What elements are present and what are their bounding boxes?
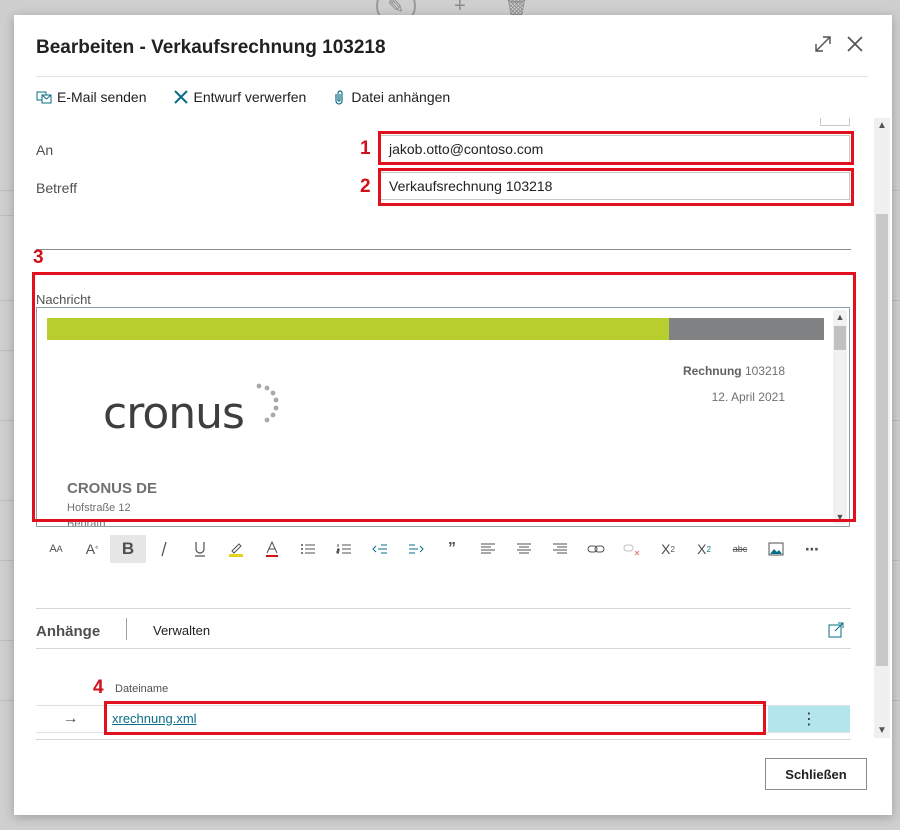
field-group-box — [820, 118, 850, 126]
dialog-scrollbar[interactable]: ▲ ▼ — [874, 118, 890, 738]
close-icon[interactable] — [846, 35, 864, 53]
dialog-title: Bearbeiten - Verkaufsrechnung 103218 — [36, 37, 386, 58]
edit-email-dialog: Bearbeiten - Verkaufsrechnung 103218 E-M… — [14, 15, 892, 815]
row-menu-icon[interactable]: ⋮ — [768, 706, 850, 732]
paperclip-icon — [332, 89, 346, 105]
numbered-list-icon[interactable] — [326, 535, 362, 563]
outdent-icon[interactable] — [362, 535, 398, 563]
action-bar: E-Mail senden Entwurf verwerfen Datei an… — [36, 89, 450, 105]
bold-icon[interactable]: B — [110, 535, 146, 563]
manage-button[interactable]: Verwalten — [153, 623, 210, 638]
open-in-new-icon[interactable] — [828, 622, 844, 643]
column-header-filename: Dateiname — [115, 683, 169, 695]
to-label: An — [36, 142, 54, 158]
image-icon[interactable] — [758, 535, 794, 563]
unlink-icon[interactable] — [614, 535, 650, 563]
scrollbar-thumb[interactable] — [876, 214, 888, 666]
marker-2: 2 — [360, 176, 371, 197]
subscript-icon[interactable]: X2 — [686, 535, 722, 563]
font-grow-icon[interactable]: A ° — [74, 535, 110, 563]
font-size-icon[interactable]: AA — [38, 535, 74, 563]
attach-file-button[interactable]: Datei anhängen — [332, 89, 450, 105]
row-arrow-icon[interactable]: → — [36, 706, 106, 732]
x-icon — [173, 89, 189, 105]
quote-icon[interactable]: ” — [434, 535, 470, 563]
email-icon — [36, 89, 52, 105]
attachments-separator — [126, 618, 127, 640]
align-center-icon[interactable] — [506, 535, 542, 563]
align-left-icon[interactable] — [470, 535, 506, 563]
indent-icon[interactable] — [398, 535, 434, 563]
formatting-toolbar: AA A ° B ” X2 X2 abc ⋯ — [38, 535, 830, 563]
bullet-list-icon[interactable] — [290, 535, 326, 563]
font-color-icon[interactable] — [254, 535, 290, 563]
title-divider — [36, 76, 868, 77]
highlight-box-2 — [378, 168, 854, 206]
underline-icon[interactable] — [182, 535, 218, 563]
more-icon[interactable]: ⋯ — [794, 535, 830, 563]
subject-label: Betreff — [36, 180, 77, 196]
superscript-icon[interactable]: X2 — [650, 535, 686, 563]
highlight-box-1 — [378, 131, 854, 165]
bottom-divider — [36, 739, 851, 740]
link-icon[interactable] — [578, 535, 614, 563]
scroll-down-icon[interactable]: ▼ — [874, 725, 890, 736]
scroll-up-icon[interactable]: ▲ — [874, 120, 890, 131]
expand-icon[interactable] — [814, 35, 832, 53]
align-right-icon[interactable] — [542, 535, 578, 563]
highlight-icon[interactable] — [218, 535, 254, 563]
discard-draft-button[interactable]: Entwurf verwerfen — [173, 89, 306, 105]
send-email-button[interactable]: E-Mail senden — [36, 89, 147, 105]
marker-1: 1 — [360, 138, 371, 159]
attachments-divider — [36, 608, 851, 609]
marker-3: 3 — [33, 247, 44, 268]
close-button[interactable]: Schließen — [765, 758, 867, 790]
strikethrough-icon[interactable]: abc — [722, 535, 758, 563]
attachments-header-divider — [36, 648, 851, 649]
italic-icon[interactable] — [146, 535, 182, 563]
fields-divider — [36, 249, 851, 250]
highlight-box-4 — [104, 701, 766, 735]
marker-4: 4 — [93, 677, 104, 698]
highlight-box-3 — [32, 272, 856, 522]
attachments-title: Anhänge — [36, 623, 101, 640]
